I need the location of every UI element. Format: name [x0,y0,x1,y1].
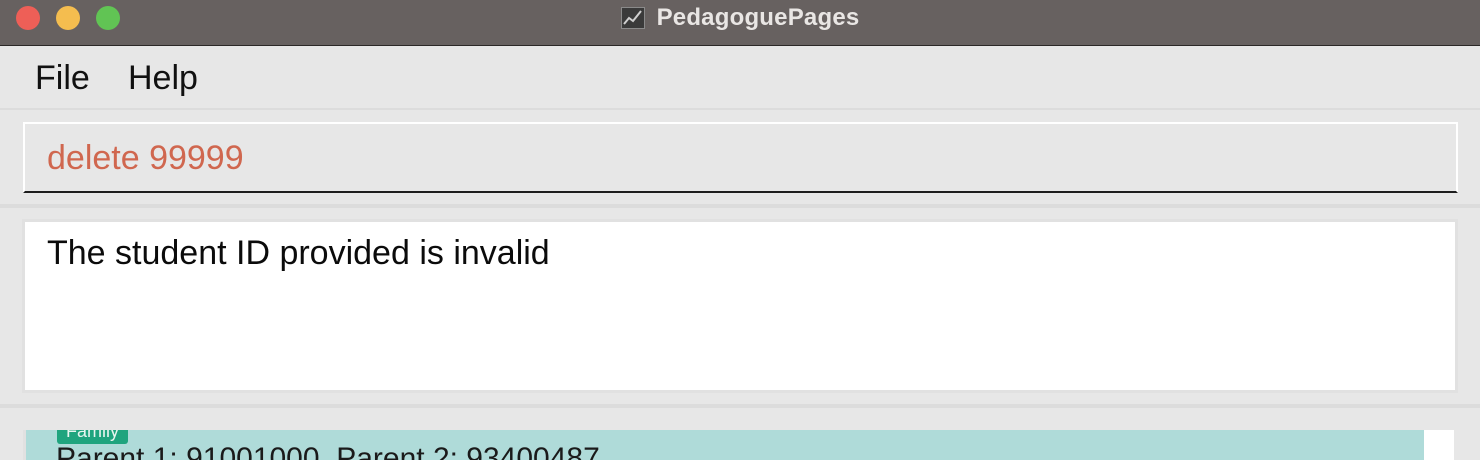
section-divider [0,204,1480,208]
window-title: PedagoguePages [656,4,860,31]
student-parents-contact: Parent 1: 91001000, Parent 2: 93400487 [56,442,600,460]
menu-file[interactable]: File [33,59,92,98]
menu-bar: File Help [0,47,1480,110]
app-chart-icon [620,7,645,29]
student-card[interactable]: Family Parent 1: 91001000, Parent 2: 934… [26,430,1424,460]
section-divider [0,404,1480,408]
result-display: The student ID provided is invalid [22,219,1458,393]
window-title-area: PedagoguePages [0,0,1480,36]
window-titlebar: PedagoguePages [0,0,1480,46]
student-list-panel[interactable]: Family Parent 1: 91001000, Parent 2: 934… [23,430,1454,460]
command-input[interactable] [47,138,1427,178]
result-message: The student ID provided is invalid [47,234,550,272]
menu-help[interactable]: Help [126,59,200,98]
command-box [23,122,1458,193]
